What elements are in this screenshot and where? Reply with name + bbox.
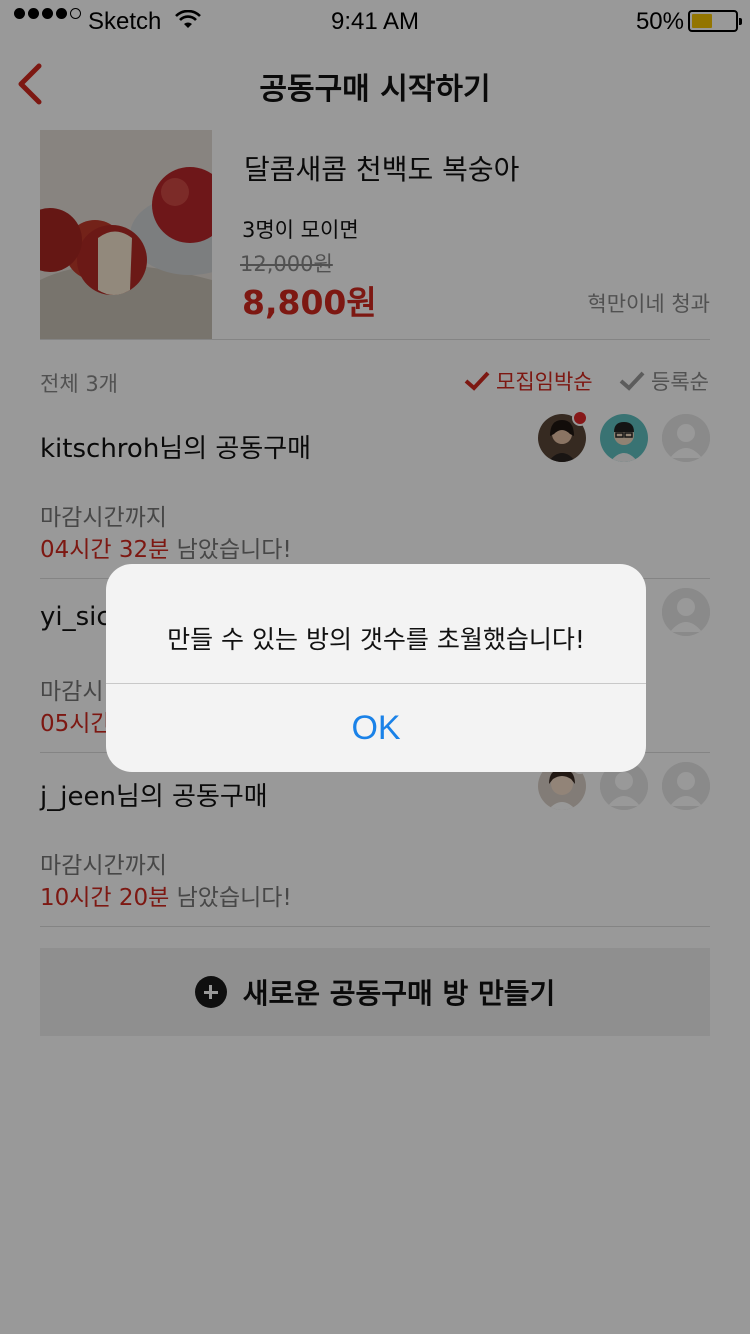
alert-dialog: 만들 수 있는 방의 갯수를 초월했습니다! OK xyxy=(106,564,646,772)
alert-message: 만들 수 있는 방의 갯수를 초월했습니다! xyxy=(167,625,585,654)
ok-button[interactable]: OK xyxy=(106,684,646,772)
